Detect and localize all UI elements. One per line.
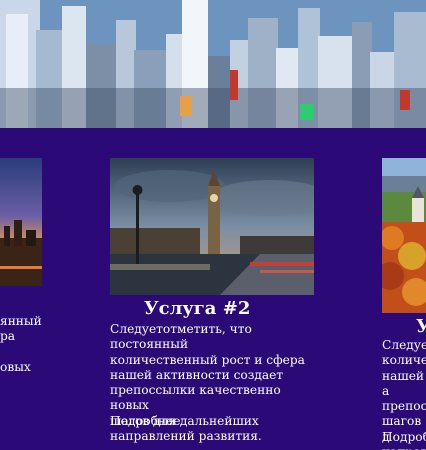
service-2-title: Услуга #2 (144, 298, 251, 319)
service-3-title: У (416, 316, 426, 337)
services-carousel: янный ра овых Услуга #2 Следуетотметить,… (0, 128, 426, 450)
service-2-more-link[interactable]: Подробнее (110, 414, 181, 429)
service-1-text: янный ра овых (0, 314, 42, 374)
service-3-more-link[interactable]: Подробн (382, 430, 426, 445)
service-1-image[interactable] (0, 158, 42, 286)
city-skyline-image (0, 0, 426, 128)
city-sunset-image (0, 158, 42, 286)
castle-autumn-image (382, 158, 426, 313)
service-3-image[interactable] (382, 158, 426, 313)
service-2-image[interactable] (110, 158, 314, 295)
hero-banner (0, 0, 426, 128)
london-big-ben-image (110, 158, 314, 295)
